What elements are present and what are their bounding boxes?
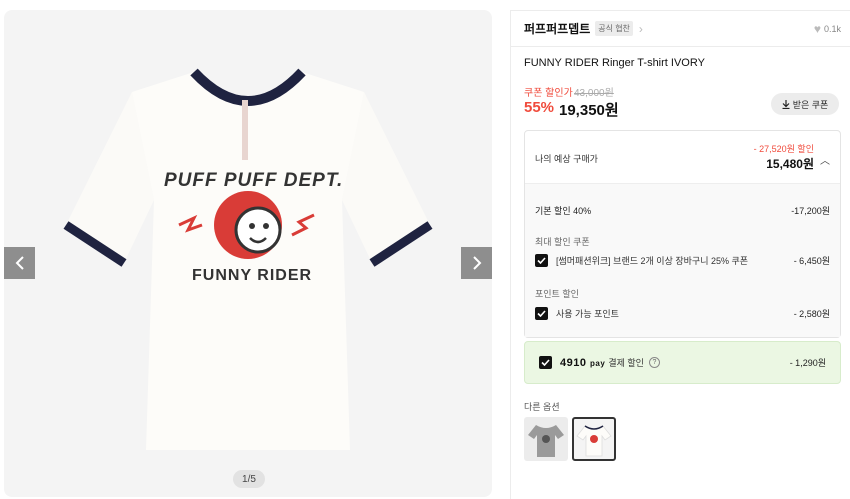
tshirt-ivory-icon (576, 425, 612, 457)
expected-price-header[interactable]: 나의 예상 구매가 - 27,520원 할인 15,480원 ︿ (525, 131, 840, 184)
product-info-panel: 퍼프퍼프뎁트 공식 협찬 › ♥ 0.1k FUNNY RIDER Ringer… (510, 10, 850, 499)
coupon-item-label: [썸머패션위크] 브랜드 2개 이상 장바구니 25% 쿠폰 (556, 256, 749, 266)
image-pager: 1/5 (233, 470, 265, 488)
check-icon (537, 310, 546, 317)
pay-discount-row: 4910 pay 결제 할인 ? - 1,290원 (524, 341, 841, 384)
expected-price-label: 나의 예상 구매가 (535, 154, 598, 164)
next-image-button[interactable] (461, 247, 492, 279)
option-thumbnail-ivory[interactable] (572, 417, 616, 461)
received-coupon-button[interactable]: 받은 쿠폰 (771, 93, 839, 115)
check-icon (537, 257, 546, 264)
point-item-label: 사용 가능 포인트 (556, 309, 619, 319)
option-thumbnail-grey[interactable] (524, 417, 568, 461)
pay-checkbox[interactable] (539, 356, 552, 369)
coupon-row: [썸머패션위크] 브랜드 2개 이상 장바구니 25% 쿠폰 - 6,450원 (535, 254, 830, 267)
chevron-up-icon[interactable]: ︿ (820, 152, 830, 167)
expected-total: 15,480원 (766, 157, 814, 171)
check-icon (541, 359, 550, 366)
pay-discount-label: 결제 할인 (608, 358, 644, 368)
print-text-top: PUFF PUFF DEPT. (164, 170, 344, 191)
coupon-checkbox[interactable] (535, 254, 548, 267)
chevron-left-icon (15, 256, 24, 270)
coupon-price-label: 쿠폰 할인가 (524, 88, 573, 99)
point-title: 포인트 할인 (535, 289, 579, 299)
final-price: 19,350원 (559, 102, 619, 119)
other-options-label: 다른 옵션 (524, 402, 560, 412)
like-count: 0.1k (823, 24, 841, 34)
discount-breakdown: 기본 할인 40% -17,200원 최대 할인 쿠폰 [썸머패션위크] 브랜드… (525, 184, 840, 337)
heart-icon: ♥ (813, 22, 821, 36)
base-discount-row: 기본 할인 40% -17,200원 (535, 204, 830, 217)
product-image (63, 68, 433, 450)
chevron-right-icon (472, 256, 481, 270)
product-title: FUNNY RIDER Ringer T-shirt IVORY (524, 57, 705, 69)
brand-badge: 공식 협찬 (595, 21, 633, 36)
product-image-gallery: PUFF PUFF DEPT. FUNNY RIDER 1/5 (4, 10, 492, 497)
pay-discount-amount: - 1,290원 (789, 358, 826, 368)
point-amount: - 2,580원 (793, 309, 830, 319)
point-checkbox[interactable] (535, 307, 548, 320)
tshirt-grey-icon (528, 425, 564, 457)
base-discount-amount: -17,200원 (791, 206, 830, 216)
base-discount-label: 기본 할인 40% (535, 206, 592, 216)
brand-row[interactable]: 퍼프퍼프뎁트 공식 협찬 › ♥ 0.1k (511, 11, 850, 47)
prev-image-button[interactable] (4, 247, 35, 279)
pay-logo-sub: pay (590, 358, 606, 368)
chevron-right-icon: › (638, 21, 643, 36)
original-price: 43,000원 (574, 88, 614, 99)
total-saved: - 27,520원 할인 (753, 144, 814, 154)
coupon-amount: - 6,450원 (793, 256, 830, 266)
pay-logo-main: 4910 (560, 356, 587, 369)
help-icon[interactable]: ? (648, 357, 660, 368)
price-calculator: 나의 예상 구매가 - 27,520원 할인 15,480원 ︿ 기본 할인 4… (524, 130, 841, 338)
discount-rate: 55% (524, 99, 555, 116)
point-row: 사용 가능 포인트 - 2,580원 (535, 307, 830, 320)
pay-logo: 4910 pay (560, 357, 605, 369)
like-button[interactable]: ♥ 0.1k (814, 22, 841, 36)
download-icon (782, 99, 790, 109)
received-coupon-label: 받은 쿠폰 (792, 99, 829, 110)
brand-name[interactable]: 퍼프퍼프뎁트 (524, 20, 590, 37)
max-coupon-title: 최대 할인 쿠폰 (535, 237, 590, 247)
print-text-bottom: FUNNY RIDER (192, 267, 313, 284)
